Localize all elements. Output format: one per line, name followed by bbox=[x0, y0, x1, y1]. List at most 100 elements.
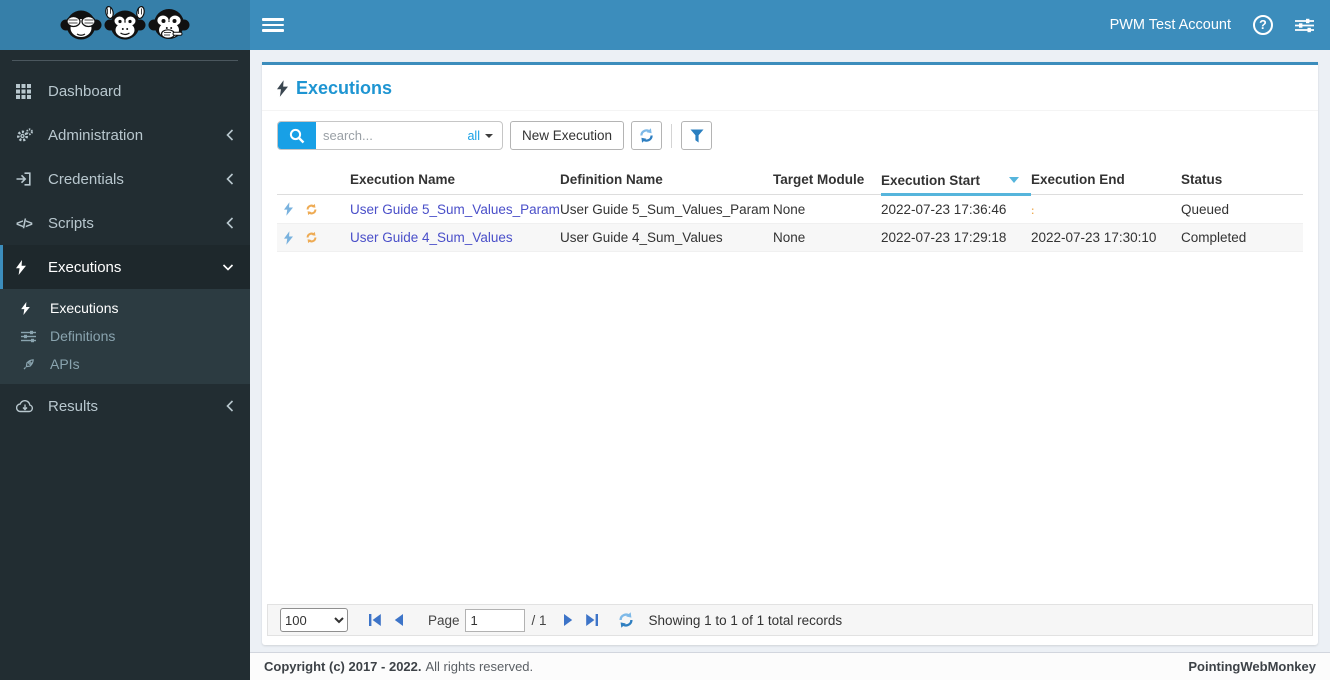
sidebar-item-label: Scripts bbox=[48, 214, 94, 232]
refresh-icon bbox=[640, 128, 653, 143]
sliders-icon bbox=[21, 330, 45, 343]
bolt-icon bbox=[277, 80, 288, 97]
submenu-item-label: Definitions bbox=[50, 328, 116, 344]
sidebar-menu: Dashboard Administration Credentials </>… bbox=[0, 69, 250, 428]
caret-down-icon bbox=[485, 133, 493, 138]
executions-table: Execution Name Definition Name Target Mo… bbox=[277, 164, 1303, 252]
table-row: User Guide 5_Sum_Values_Param User Guide… bbox=[277, 195, 1303, 224]
new-execution-button[interactable]: New Execution bbox=[510, 121, 625, 150]
chevron-left-icon bbox=[226, 400, 234, 412]
sidebar-item-credentials[interactable]: Credentials bbox=[0, 157, 250, 201]
sidebar-item-label: Executions bbox=[48, 258, 122, 276]
chevron-left-icon bbox=[226, 129, 234, 141]
execution-name-link[interactable]: User Guide 5_Sum_Values_Param bbox=[350, 195, 560, 224]
last-page-button[interactable] bbox=[585, 613, 599, 627]
toolbar: all New Execution bbox=[262, 111, 1318, 159]
toolbar-divider bbox=[671, 123, 673, 148]
table-header-row: Execution Name Definition Name Target Mo… bbox=[277, 164, 1303, 196]
sidebar-item-administration[interactable]: Administration bbox=[0, 113, 250, 157]
code-icon: </> bbox=[16, 215, 33, 231]
bolt-icon bbox=[21, 301, 45, 315]
help-icon[interactable]: ? bbox=[1253, 15, 1273, 35]
sidebar-item-label: Administration bbox=[48, 126, 144, 144]
sort-desc-caret-icon bbox=[1009, 177, 1019, 183]
content-area: Executions all New Execution bbox=[250, 50, 1330, 652]
cogs-icon bbox=[16, 127, 42, 143]
refresh-icon bbox=[618, 612, 633, 628]
next-page-button[interactable] bbox=[561, 613, 575, 627]
bolt-icon bbox=[16, 259, 42, 275]
sidebar: Dashboard Administration Credentials </>… bbox=[0, 50, 250, 680]
chevron-down-icon bbox=[222, 263, 234, 272]
total-pages-label: / 1 bbox=[531, 612, 547, 628]
submenu-item-label: Executions bbox=[50, 300, 119, 316]
sidebar-item-label: Dashboard bbox=[48, 82, 122, 100]
navbar-right: PWM Test Account ? bbox=[1110, 15, 1314, 35]
filter-button[interactable] bbox=[681, 121, 713, 150]
definition-name-cell: User Guide 4_Sum_Values bbox=[560, 223, 773, 252]
run-bolt-icon[interactable] bbox=[284, 202, 293, 216]
sidebar-item-label: Credentials bbox=[48, 170, 124, 188]
search-button[interactable] bbox=[278, 122, 316, 149]
sidebar-item-executions[interactable]: Executions bbox=[0, 245, 250, 289]
column-header-status[interactable]: Status bbox=[1181, 164, 1303, 195]
chevron-left-icon bbox=[226, 173, 234, 185]
pending-spinner-icon bbox=[1031, 206, 1034, 217]
sign-in-icon bbox=[16, 172, 42, 186]
pagination-bar: 100 Page / 1 bbox=[267, 604, 1313, 636]
search-input[interactable] bbox=[316, 122, 464, 149]
sidebar-item-results[interactable]: Results bbox=[0, 384, 250, 428]
page-label: Page bbox=[428, 612, 460, 628]
navbar-main: PWM Test Account ? bbox=[250, 0, 1330, 50]
submenu-item-apis[interactable]: APIs bbox=[0, 350, 250, 378]
submenu-item-executions[interactable]: Executions bbox=[0, 294, 250, 322]
search-icon bbox=[289, 128, 305, 143]
search-scope-dropdown[interactable]: all bbox=[463, 122, 502, 149]
panel-header: Executions bbox=[262, 65, 1318, 111]
search-group: all bbox=[277, 121, 503, 150]
pager-refresh-button[interactable] bbox=[617, 611, 635, 629]
app-logo[interactable] bbox=[0, 0, 250, 50]
cloud-download-icon bbox=[16, 399, 42, 413]
brand-name: PointingWebMonkey bbox=[1188, 659, 1316, 674]
row-refresh-icon[interactable] bbox=[305, 203, 318, 216]
execution-end-cell: 2022-07-23 17:30:10 bbox=[1031, 223, 1181, 252]
run-bolt-icon[interactable] bbox=[284, 230, 293, 245]
submenu-item-definitions[interactable]: Definitions bbox=[0, 322, 250, 350]
execution-end-cell bbox=[1031, 195, 1181, 224]
search-scope-label: all bbox=[467, 128, 480, 143]
execution-name-link[interactable]: User Guide 4_Sum_Values bbox=[350, 223, 560, 252]
chevron-left-icon bbox=[226, 217, 234, 229]
top-navbar: PWM Test Account ? bbox=[0, 0, 1330, 50]
target-module-cell: None bbox=[773, 223, 881, 252]
executions-panel: Executions all New Execution bbox=[262, 62, 1318, 645]
execution-start-cell: 2022-07-23 17:29:18 bbox=[881, 223, 1031, 252]
page-number-input[interactable] bbox=[464, 608, 525, 632]
sidebar-item-dashboard[interactable]: Dashboard bbox=[0, 69, 250, 113]
page-size-select[interactable]: 100 bbox=[280, 608, 348, 632]
sidebar-toggle-button[interactable] bbox=[262, 14, 284, 36]
submenu-item-label: APIs bbox=[50, 356, 80, 372]
first-page-button[interactable] bbox=[368, 613, 382, 627]
prev-page-button[interactable] bbox=[392, 613, 406, 627]
copyright-text: Copyright (c) 2017 - 2022. All rights res… bbox=[264, 659, 534, 674]
account-name[interactable]: PWM Test Account bbox=[1110, 17, 1231, 33]
column-header-execution-end[interactable]: Execution End bbox=[1031, 164, 1181, 195]
settings-sliders-icon[interactable] bbox=[1295, 18, 1314, 33]
filter-funnel-icon bbox=[690, 129, 704, 142]
column-header-execution-start[interactable]: Execution Start bbox=[881, 164, 1031, 196]
footer: Copyright (c) 2017 - 2022. All rights res… bbox=[250, 652, 1330, 680]
column-header-target-module[interactable]: Target Module bbox=[773, 164, 881, 195]
sidebar-item-scripts[interactable]: </> Scripts bbox=[0, 201, 250, 245]
column-header-definition-name[interactable]: Definition Name bbox=[560, 164, 773, 195]
row-refresh-icon[interactable] bbox=[305, 231, 318, 244]
sidebar-divider bbox=[12, 60, 238, 61]
refresh-button[interactable] bbox=[631, 121, 663, 150]
column-header-execution-name[interactable]: Execution Name bbox=[350, 164, 560, 195]
rocket-icon bbox=[21, 357, 45, 372]
table-row: User Guide 4_Sum_Values User Guide 4_Sum… bbox=[277, 223, 1303, 252]
grid-icon bbox=[16, 83, 42, 99]
page-title: Executions bbox=[296, 78, 393, 98]
actions-column-header bbox=[277, 164, 350, 195]
records-summary: Showing 1 to 1 of 1 total records bbox=[648, 612, 843, 628]
